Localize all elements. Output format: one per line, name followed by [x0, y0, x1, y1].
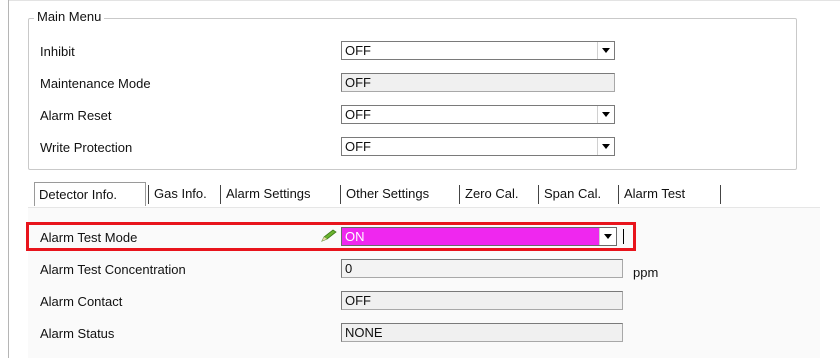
main-menu-title: Main Menu	[34, 9, 105, 24]
alarm-status-label: Alarm Status	[40, 326, 115, 341]
inhibit-label: Inhibit	[40, 44, 75, 59]
maintenance-mode-label: Maintenance Mode	[40, 76, 151, 91]
chevron-down-icon	[602, 48, 610, 53]
alarm-reset-select[interactable]: OFF	[341, 105, 615, 124]
tab-separator	[459, 185, 460, 204]
alarm-status-value: NONE	[345, 325, 383, 340]
maintenance-mode-value: OFF	[345, 75, 371, 90]
alarm-test-concentration-label: Alarm Test Concentration	[40, 262, 186, 277]
window-top-border	[8, 0, 840, 1]
alarm-status-field: NONE	[341, 323, 623, 342]
write-protection-select[interactable]: OFF	[341, 137, 615, 156]
tab-other-settings[interactable]: Other Settings	[342, 182, 433, 206]
alarm-reset-dropdown-button[interactable]	[597, 106, 614, 123]
tab-strip-divider	[28, 207, 820, 208]
tab-separator	[720, 185, 721, 204]
highlight-box	[26, 222, 636, 251]
maintenance-mode-field: OFF	[341, 73, 615, 92]
alarm-contact-value: OFF	[345, 293, 371, 308]
alarm-contact-label: Alarm Contact	[40, 294, 123, 309]
write-protection-label: Write Protection	[40, 140, 133, 155]
inhibit-select[interactable]: OFF	[341, 41, 615, 60]
write-protection-dropdown-button[interactable]	[597, 138, 614, 155]
concentration-unit: ppm	[633, 265, 659, 280]
inhibit-value: OFF	[345, 43, 371, 58]
tab-separator	[340, 185, 341, 204]
tab-separator	[538, 185, 539, 204]
chevron-down-icon	[602, 144, 610, 149]
window-left-border	[8, 0, 9, 358]
alarm-contact-field: OFF	[341, 291, 623, 310]
chevron-down-icon	[602, 112, 610, 117]
tab-alarm-settings[interactable]: Alarm Settings	[222, 182, 315, 206]
alarm-reset-label: Alarm Reset	[40, 108, 112, 123]
tab-span-cal[interactable]: Span Cal.	[540, 182, 605, 206]
write-protection-value: OFF	[345, 139, 371, 154]
tab-zero-cal[interactable]: Zero Cal.	[461, 182, 522, 206]
tab-separator	[618, 185, 619, 204]
alarm-test-concentration-value: 0	[345, 261, 353, 276]
tab-detector-info[interactable]: Detector Info.	[34, 182, 146, 206]
tab-separator	[148, 185, 149, 204]
tab-alarm-test[interactable]: Alarm Test	[620, 182, 689, 206]
inhibit-dropdown-button[interactable]	[597, 42, 614, 59]
tab-gas-info[interactable]: Gas Info.	[150, 182, 211, 206]
alarm-test-concentration-field[interactable]: 0	[341, 259, 623, 278]
tab-separator	[220, 185, 221, 204]
alarm-reset-value: OFF	[345, 107, 371, 122]
